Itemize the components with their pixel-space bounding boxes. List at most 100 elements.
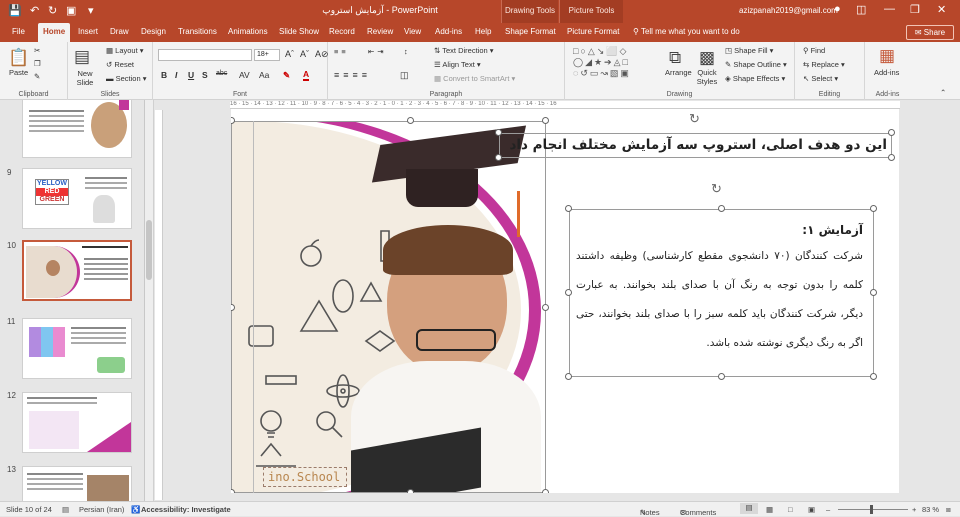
zoom-level[interactable]: 83 % — [922, 505, 939, 514]
restore-icon[interactable]: ❐ — [910, 3, 920, 16]
bullets-icon[interactable]: ≡≡ — [334, 47, 349, 56]
highlight-icon[interactable]: ✎ — [283, 70, 290, 81]
shape-fill-button[interactable]: ◳ Shape Fill ▾ — [725, 46, 773, 55]
tab-animations[interactable]: Animations — [228, 27, 268, 36]
normal-view-icon[interactable]: ▤ — [740, 503, 758, 514]
underline-button[interactable]: U — [188, 70, 194, 80]
shapes-gallery[interactable]: □○△↘⬜◇ ◯◢★➔◬□ ◌↺▭↝▧▣ — [573, 46, 631, 79]
tab-add-ins[interactable]: Add-ins — [435, 27, 462, 36]
copy-icon[interactable]: ❐ — [34, 59, 41, 68]
paste-button[interactable]: Paste — [9, 68, 28, 77]
zoom-in-icon[interactable]: + — [912, 505, 916, 514]
resize-handle[interactable] — [870, 289, 877, 296]
minimize-icon[interactable]: — — [884, 3, 895, 15]
customize-icon[interactable]: ▾ — [88, 4, 94, 18]
cut-icon[interactable]: ✂ — [34, 46, 40, 55]
slide-thumbnail[interactable] — [22, 100, 132, 158]
font-color-icon[interactable]: A — [303, 70, 310, 81]
slide-sorter-icon[interactable]: ▦ — [766, 505, 773, 514]
slideshow-icon[interactable]: ▣ — [808, 505, 815, 514]
user-account[interactable]: azizpanah2019@gmail.com — [739, 6, 838, 15]
tab-design[interactable]: Design — [141, 27, 166, 36]
strikethrough-button[interactable]: abc — [216, 70, 227, 77]
tab-picture-format[interactable]: Picture Format — [567, 27, 619, 36]
zoom-out-icon[interactable]: – — [826, 505, 830, 514]
add-ins-button[interactable]: Add-ins — [874, 68, 899, 77]
tab-view[interactable]: View — [404, 27, 421, 36]
decrease-font-icon[interactable]: Aˇ — [300, 49, 309, 59]
collapse-ribbon-icon[interactable]: ⌃ — [940, 88, 946, 97]
tab-help[interactable]: Help — [475, 27, 491, 36]
resize-handle[interactable] — [542, 304, 549, 311]
resize-handle[interactable] — [870, 373, 877, 380]
section-button[interactable]: ▬ Section ▾ — [106, 74, 146, 83]
ribbon-options-icon[interactable]: ◫ — [856, 3, 866, 16]
zoom-slider-thumb[interactable] — [870, 505, 873, 514]
increase-font-icon[interactable]: Aˆ — [285, 49, 294, 59]
italic-button[interactable]: I — [175, 70, 177, 80]
bold-button[interactable]: B — [161, 70, 167, 80]
reading-view-icon[interactable]: □ — [788, 505, 793, 514]
resize-handle[interactable] — [495, 129, 502, 136]
text-direction-button[interactable]: ⇅ Text Direction ▾ — [434, 46, 494, 55]
tab-shape-format[interactable]: Shape Format — [505, 27, 556, 36]
accessibility-icon[interactable]: ♿ — [131, 505, 140, 514]
select-button[interactable]: ↖ Select ▾ — [803, 74, 838, 83]
resize-handle[interactable] — [888, 129, 895, 136]
clear-format-icon[interactable]: A⊘ — [315, 49, 329, 60]
char-spacing-icon[interactable]: AV — [239, 70, 250, 80]
spellcheck-icon[interactable]: ▤ — [62, 505, 69, 514]
undo-icon[interactable]: ↶ — [30, 4, 39, 18]
find-button[interactable]: ⚲ Find — [803, 46, 825, 55]
fit-slide-icon[interactable]: ⧈ — [946, 505, 951, 515]
change-case-icon[interactable]: Aa — [259, 70, 269, 80]
tell-me-search[interactable]: ⚲ Tell me what you want to do — [633, 27, 740, 36]
thumbnail-scrollbar[interactable] — [145, 100, 154, 501]
slide-thumbnail[interactable]: YELLOW RED GREEN — [22, 168, 132, 229]
shadow-button[interactable]: S — [202, 70, 208, 80]
format-painter-icon[interactable]: ✎ — [34, 72, 40, 81]
font-size-combo[interactable]: 18+ — [254, 49, 280, 61]
resize-handle[interactable] — [407, 117, 414, 124]
slide-thumbnail[interactable] — [22, 318, 132, 379]
replace-button[interactable]: ⇆ Replace ▾ — [803, 60, 845, 69]
quick-styles-icon[interactable]: ▩ — [699, 48, 715, 68]
language-indicator[interactable]: Persian (Iran) — [79, 505, 124, 514]
quick-styles-button[interactable]: Quick Styles — [696, 68, 718, 86]
slide-thumbnail-selected[interactable] — [22, 240, 132, 301]
tab-draw[interactable]: Draw — [110, 27, 129, 36]
shape-effects-button[interactable]: ◈ Shape Effects ▾ — [725, 74, 785, 83]
align-icons[interactable]: ≡≡≡≡ — [334, 70, 371, 80]
indent-icon[interactable]: ⇤⇥ — [368, 47, 387, 56]
convert-smartart-button[interactable]: ▦ Convert to SmartArt ▾ — [434, 74, 515, 83]
resize-handle[interactable] — [231, 489, 235, 493]
redo-icon[interactable]: ↻ — [48, 4, 57, 18]
add-ins-icon[interactable]: ▦ — [879, 46, 895, 66]
resize-handle[interactable] — [542, 117, 549, 124]
resize-handle[interactable] — [718, 373, 725, 380]
rotate-handle-icon[interactable]: ↻ — [689, 111, 700, 127]
tab-insert[interactable]: Insert — [78, 27, 98, 36]
resize-handle[interactable] — [565, 205, 572, 212]
save-icon[interactable]: 💾 — [8, 4, 22, 18]
resize-handle[interactable] — [495, 154, 502, 161]
columns-icon[interactable]: ◫ — [400, 70, 409, 81]
scrollbar-thumb[interactable] — [146, 220, 152, 280]
tab-slide-show[interactable]: Slide Show — [279, 27, 319, 36]
reset-button[interactable]: ↺ Reset — [106, 60, 134, 69]
body-textbox[interactable]: آزمایش ۱: شرکت کنندگان (۷۰ دانشجوی مقطع … — [569, 209, 874, 377]
new-slide-button[interactable]: New Slide — [72, 69, 98, 87]
resize-handle[interactable] — [718, 205, 725, 212]
tab-transitions[interactable]: Transitions — [178, 27, 217, 36]
tab-record[interactable]: Record — [329, 27, 355, 36]
align-text-button[interactable]: ☰ Align Text ▾ — [434, 60, 481, 69]
zoom-slider[interactable] — [838, 509, 908, 510]
slide-thumbnail[interactable] — [22, 392, 132, 453]
resize-handle[interactable] — [888, 154, 895, 161]
arrange-button[interactable]: Arrange — [665, 68, 692, 77]
line-spacing-icon[interactable]: ↕ — [404, 47, 408, 56]
resize-handle[interactable] — [542, 489, 549, 493]
shape-outline-button[interactable]: ✎ Shape Outline ▾ — [725, 60, 787, 69]
avatar[interactable]: ● — [834, 3, 841, 15]
paste-icon[interactable]: 📋 — [8, 48, 29, 68]
